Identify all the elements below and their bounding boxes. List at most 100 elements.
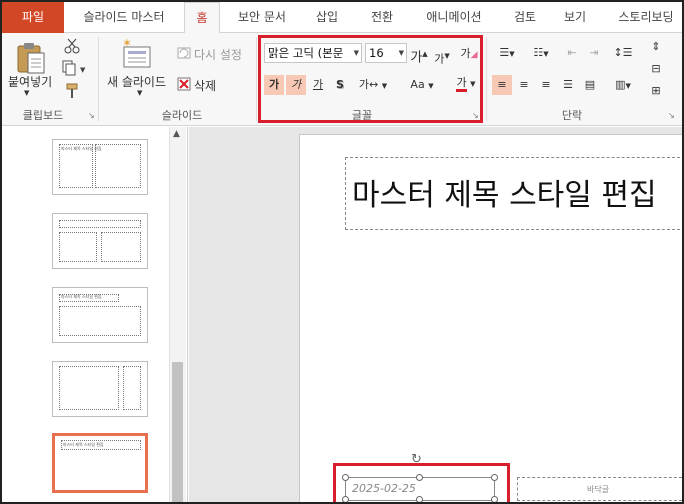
font-launcher-icon[interactable]: ↘ — [472, 111, 479, 120]
text-direction-button[interactable]: ⇕ — [646, 37, 666, 57]
slide-thumbnail[interactable]: 마스터 제목 스타일 편집 — [52, 139, 148, 195]
thumbnail-caption: 마스터 제목 스타일 편집 — [61, 146, 102, 151]
new-slide-icon[interactable]: ✶ — [120, 36, 154, 74]
align-text-button[interactable]: ⊟ — [646, 59, 666, 79]
paste-button-label[interactable]: 붙여넣기 — [8, 73, 52, 90]
align-center-icon: ≡ — [519, 78, 529, 91]
ribbon-home: 붙여넣기 ▼ ▼ 클립보드 ↘ ✶ 새 슬라이드 ▼ 다시 설정 삭제 슬라이드 — [2, 33, 682, 126]
slide-thumbnail[interactable] — [52, 361, 148, 417]
line-spacing-button[interactable]: ↕☰ — [608, 43, 638, 63]
font-color-button[interactable]: 가 ▼ — [448, 73, 484, 93]
paragraph-launcher-icon[interactable]: ↘ — [668, 111, 675, 120]
align-right-icon: ≡ — [541, 78, 551, 91]
tab-animations[interactable]: 애니메이션 — [415, 2, 493, 33]
thumbnail-caption: 마스터 제목 스타일 편집 — [61, 294, 102, 299]
smartart-button[interactable]: ⊞ — [646, 81, 666, 101]
chevron-down-icon: ▼ — [625, 82, 631, 90]
scroll-up-icon[interactable]: ▲ — [173, 129, 180, 139]
eraser-icon: ◢ — [470, 50, 478, 60]
copy-icon[interactable]: ▼ — [62, 60, 88, 79]
reset-button-label[interactable]: 다시 설정 — [194, 46, 242, 63]
tab-file[interactable]: 파일 — [2, 2, 64, 33]
powerpoint-window: 파일 슬라이드 마스터 홈 보안 문서 삽입 전환 애니메이션 검토 보기 스토… — [0, 0, 684, 504]
bullets-icon: ☰ — [499, 46, 510, 59]
footer-text[interactable]: 바닥글 — [587, 484, 609, 495]
new-slide-dropdown-icon[interactable]: ▼ — [137, 89, 142, 97]
tab-home[interactable]: 홈 — [184, 2, 220, 34]
tab-secure-document[interactable]: 보안 문서 — [230, 2, 294, 33]
numbering-button[interactable]: ☷▼ — [526, 43, 556, 63]
slide-thumbnail-pane: 마스터 제목 스타일 편집 마스터 제목 스타일 편집 마스터 제목 스타일 편… — [2, 127, 188, 502]
tab-slide-master[interactable]: 슬라이드 마스터 — [72, 2, 176, 33]
change-case-label: Aa — [410, 78, 425, 91]
paste-dropdown-icon[interactable]: ▼ — [24, 89, 29, 97]
svg-text:✶: ✶ — [122, 37, 132, 50]
decrease-indent-button[interactable]: ⇤ — [562, 43, 582, 63]
align-center-button[interactable]: ≡ — [514, 75, 534, 95]
chevron-down-icon: ▼ — [398, 49, 404, 57]
align-right-button[interactable]: ≡ — [536, 75, 556, 95]
change-case-button[interactable]: Aa ▼ — [404, 75, 440, 95]
shadow-button[interactable]: S — [330, 75, 350, 95]
cut-icon[interactable] — [64, 38, 80, 57]
align-left-icon: ≡ — [497, 78, 507, 91]
clear-formatting-label: 가 — [460, 47, 471, 60]
scrollbar-thumb[interactable] — [172, 362, 183, 502]
resize-handle[interactable] — [416, 474, 423, 481]
clipboard-group-label: 클립보드 — [22, 109, 64, 122]
bullets-button[interactable]: ☰▼ — [492, 43, 522, 63]
font-name-dropdown[interactable]: 맑은 고딕 (본문 ▼ — [264, 43, 362, 63]
tab-storyboarding[interactable]: 스토리보딩 — [607, 2, 682, 33]
new-slide-button-label[interactable]: 새 슬라이드 — [107, 73, 166, 90]
resize-handle[interactable] — [491, 496, 498, 502]
slide-thumbnail[interactable] — [52, 213, 148, 269]
columns-icon: ▥ — [615, 78, 626, 91]
slide-thumbnail[interactable]: 마스터 제목 스타일 편집 — [52, 287, 148, 343]
font-size-dropdown[interactable]: 16 ▼ — [365, 43, 407, 63]
resize-handle[interactable] — [342, 474, 349, 481]
grow-font-label: 가 — [410, 50, 423, 66]
justify-button[interactable]: ☰ — [558, 75, 578, 95]
distribute-button[interactable]: ▤ — [580, 75, 600, 95]
slide-title[interactable]: 마스터 제목 스타일 편집 — [352, 170, 657, 214]
ribbon-tab-bar: 파일 슬라이드 마스터 홈 보안 문서 삽입 전환 애니메이션 검토 보기 스토… — [2, 2, 682, 34]
font-group-label: 글꼴 — [351, 109, 373, 122]
tab-review[interactable]: 검토 — [502, 2, 548, 33]
delete-slide-button-label[interactable]: 삭제 — [194, 77, 216, 94]
placeholder-outline — [59, 366, 119, 410]
shrink-font-button[interactable]: 가▼ — [432, 46, 452, 66]
character-spacing-label: 가↔ — [358, 78, 379, 91]
clear-formatting-button[interactable]: 가◢ — [459, 44, 479, 64]
italic-button[interactable]: 가 — [286, 75, 306, 95]
chevron-down-icon: ▼ — [509, 50, 515, 58]
align-left-button[interactable]: ≡ — [492, 75, 512, 95]
format-painter-icon[interactable] — [64, 83, 80, 102]
chevron-down-icon: ▼ — [353, 49, 359, 57]
placeholder-outline — [59, 306, 141, 336]
character-spacing-button[interactable]: 가↔ ▼ — [352, 75, 394, 95]
reset-icon[interactable] — [177, 46, 191, 63]
resize-handle[interactable] — [416, 496, 423, 502]
underline-button[interactable]: 가 — [308, 75, 328, 95]
text-direction-icon: ⇕ — [651, 40, 661, 53]
tab-transitions[interactable]: 전환 — [362, 2, 402, 33]
group-separator — [256, 37, 257, 121]
resize-handle[interactable] — [342, 496, 349, 502]
delete-slide-icon[interactable] — [177, 77, 191, 94]
svg-text:▼: ▼ — [80, 66, 86, 74]
clipboard-launcher-icon[interactable]: ↘ — [88, 111, 95, 120]
slide-thumbnail-selected[interactable]: 마스터 제목 스타일 편집 — [52, 433, 148, 493]
bold-button[interactable]: 가 — [264, 75, 284, 95]
paragraph-group-label: 단락 — [561, 109, 583, 122]
tab-insert[interactable]: 삽입 — [307, 2, 347, 33]
columns-button[interactable]: ▥▼ — [608, 75, 638, 95]
rotate-handle-icon[interactable]: ↻ — [411, 452, 422, 467]
align-text-icon: ⊟ — [651, 62, 661, 75]
grow-font-button[interactable]: 가▲ — [409, 44, 429, 66]
group-separator — [486, 37, 487, 121]
resize-handle[interactable] — [491, 474, 498, 481]
tab-view[interactable]: 보기 — [555, 2, 595, 33]
increase-indent-button[interactable]: ⇥ — [584, 43, 604, 63]
distribute-icon: ▤ — [584, 78, 596, 91]
date-text[interactable]: 2025-02-25 — [352, 482, 416, 495]
